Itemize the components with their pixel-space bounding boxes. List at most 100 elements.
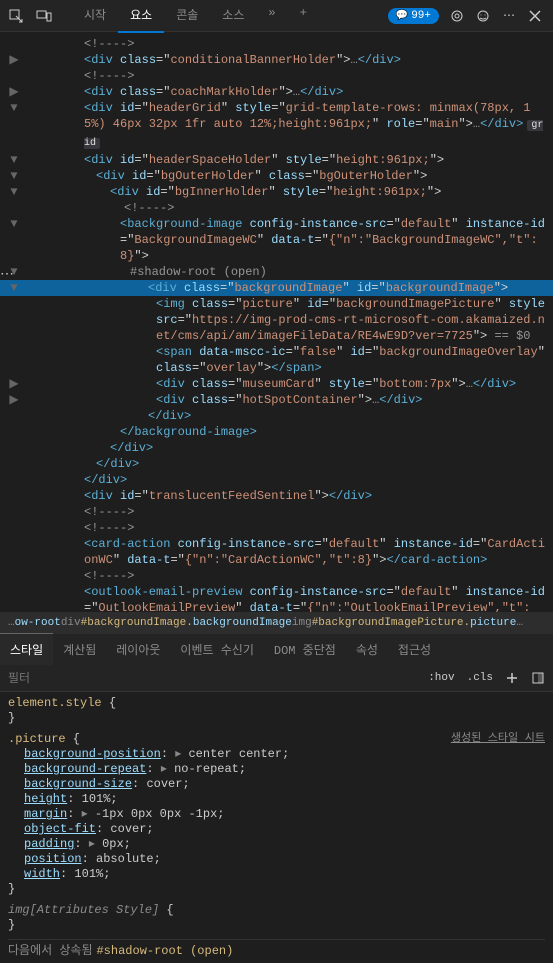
breadcrumb-item[interactable]: picture (470, 617, 516, 629)
css-property[interactable]: padding: ▸ 0px; (8, 837, 545, 852)
inherited-from: 다음에서 상속됨#shadow-root (open) (8, 939, 545, 959)
collapse-icon[interactable]: ▼ (4, 184, 24, 200)
expand-icon[interactable]: ▶ (4, 52, 24, 68)
css-property[interactable]: margin: ▸ -1px 0px 0px -1px; (8, 807, 545, 822)
css-property[interactable]: position: absolute; (8, 852, 545, 867)
dom-line[interactable]: </div> (0, 440, 553, 456)
dom-line[interactable]: <span data-mscc-ic="false" id="backgroun… (0, 344, 553, 376)
filter-input[interactable] (8, 671, 428, 685)
css-property[interactable]: width: 101%; (8, 867, 545, 882)
dom-line[interactable]: ▶<div class="conditionalBannerHolder">…<… (0, 52, 553, 68)
add-tab-icon[interactable]: + (288, 0, 319, 33)
styles-panel[interactable]: element.style {}생성된 스타일 시트.picture {back… (0, 692, 553, 963)
main-tabs: 시작 요소 콘솔 소스 » + (72, 0, 319, 33)
feedback-icon[interactable] (475, 8, 491, 24)
css-selector[interactable]: element.style (8, 696, 102, 710)
computed-panel-icon[interactable] (531, 671, 545, 685)
hov-button[interactable]: :hov (428, 672, 454, 684)
subtab-0[interactable]: 스타일 (0, 633, 53, 665)
inspect-icon[interactable] (8, 8, 24, 24)
collapse-icon[interactable]: ▼ (4, 168, 24, 184)
close-icon[interactable] (527, 8, 543, 24)
gutter (4, 584, 24, 612)
dom-tree[interactable]: ⋯ <!---->▶<div class="conditionalBannerH… (0, 32, 553, 612)
gutter (4, 36, 24, 52)
css-property[interactable]: background-repeat: ▸ no-repeat; (8, 762, 545, 777)
tab-sources[interactable]: 소스 (210, 0, 256, 33)
dom-line[interactable]: <!----> (0, 568, 553, 584)
breadcrumb-item[interactable]: … (516, 617, 523, 629)
dom-line[interactable]: <!----> (0, 504, 553, 520)
breadcrumb-item[interactable]: img (292, 617, 312, 629)
device-icon[interactable] (36, 8, 52, 24)
subtab-4[interactable]: DOM 중단점 (264, 634, 346, 665)
toolbar-right: 99+ ⋯ (388, 8, 553, 24)
dom-line[interactable]: ▼<div class="backgroundImage" id="backgr… (0, 280, 553, 296)
dom-line[interactable]: ▼#shadow-root (open) (0, 264, 553, 280)
gutter (4, 472, 24, 488)
more-tabs-icon[interactable]: » (256, 0, 287, 33)
gutter (4, 440, 24, 456)
subtab-5[interactable]: 속성 (346, 634, 388, 665)
css-property[interactable]: object-fit: cover; (8, 822, 545, 837)
css-property[interactable]: height: 101%; (8, 792, 545, 807)
dom-line[interactable]: ▼<div id="headerGrid" style="grid-templa… (0, 100, 553, 152)
breadcrumb-item[interactable]: div (61, 617, 81, 629)
issues-badge[interactable]: 99+ (388, 8, 439, 24)
filter-row: :hov .cls (0, 664, 553, 692)
expand-icon[interactable]: ▶ (4, 84, 24, 100)
breadcrumb-item[interactable]: backgroundImage (193, 617, 292, 629)
breadcrumb-item[interactable]: … (8, 617, 15, 629)
dom-line[interactable]: <!----> (0, 520, 553, 536)
cls-button[interactable]: .cls (467, 672, 493, 684)
breadcrumb-item[interactable]: #backgroundImagePicture. (312, 617, 470, 629)
add-rule-icon[interactable] (505, 671, 519, 685)
expand-icon[interactable]: ▶ (4, 376, 24, 392)
expand-swatch-icon[interactable]: ▸ (82, 807, 95, 821)
dom-line[interactable]: </background-image> (0, 424, 553, 440)
dom-line[interactable]: </div> (0, 408, 553, 424)
breadcrumb-item[interactable]: ow-root (15, 617, 61, 629)
tab-elements[interactable]: 요소 (118, 0, 164, 33)
expand-swatch-icon[interactable]: ▸ (89, 837, 102, 851)
dom-line[interactable]: ▼<div id="bgInnerHolder" style="height:9… (0, 184, 553, 200)
breadcrumb-item[interactable]: #backgroundImage. (81, 617, 193, 629)
gear-icon[interactable] (449, 8, 465, 24)
subtab-2[interactable]: 레이아웃 (106, 634, 170, 665)
expand-icon[interactable]: ▶ (4, 392, 24, 408)
subtab-1[interactable]: 계산됨 (53, 634, 106, 665)
css-selector[interactable]: .picture (8, 732, 66, 746)
dom-line[interactable]: <img class="picture" id="backgroundImage… (0, 296, 553, 344)
breadcrumb[interactable]: … ow-root div#backgroundImage.background… (0, 612, 553, 634)
subtab-3[interactable]: 이벤트 수신기 (170, 634, 263, 665)
dom-line[interactable]: <card-action config-instance-src="defaul… (0, 536, 553, 568)
stylesheet-source[interactable]: 생성된 스타일 시트 (451, 732, 545, 747)
dom-line[interactable]: ▶<div class="museumCard" style="bottom:7… (0, 376, 553, 392)
expand-swatch-icon[interactable]: ▸ (175, 747, 188, 761)
dom-line[interactable]: ▼<div id="headerSpaceHolder" style="heig… (0, 152, 553, 168)
collapse-icon[interactable]: ▼ (4, 100, 24, 152)
dom-line[interactable]: <!----> (0, 36, 553, 52)
dom-line[interactable]: ▶<div class="hotSpotContainer">…</div> (0, 392, 553, 408)
collapse-icon[interactable]: ▼ (4, 152, 24, 168)
dom-line[interactable]: </div> (0, 472, 553, 488)
dom-line[interactable]: <!----> (0, 68, 553, 84)
dom-line[interactable]: <!----> (0, 200, 553, 216)
css-property[interactable]: background-size: cover; (8, 777, 545, 792)
dom-line[interactable]: ▼<div id="bgOuterHolder" class="bgOuterH… (0, 168, 553, 184)
css-property[interactable]: background-position: ▸ center center; (8, 747, 545, 762)
subtab-6[interactable]: 접근성 (388, 634, 441, 665)
tab-console[interactable]: 콘솔 (164, 0, 210, 33)
tab-start[interactable]: 시작 (72, 0, 118, 33)
gutter (4, 488, 24, 504)
dom-line[interactable]: </div> (0, 456, 553, 472)
dom-line[interactable]: ▶<div class="coachMarkHolder">…</div> (0, 84, 553, 100)
gutter (4, 568, 24, 584)
dom-line[interactable]: <outlook-email-preview config-instance-s… (0, 584, 553, 612)
dom-line[interactable]: ▼<background-image config-instance-src="… (0, 216, 553, 264)
css-selector[interactable]: img[Attributes Style] (8, 903, 159, 917)
dom-line[interactable]: <div id="translucentFeedSentinel"></div> (0, 488, 553, 504)
menu-icon[interactable]: ⋯ (501, 8, 517, 24)
collapse-icon[interactable]: ▼ (4, 216, 24, 264)
expand-swatch-icon[interactable]: ▸ (161, 762, 174, 776)
